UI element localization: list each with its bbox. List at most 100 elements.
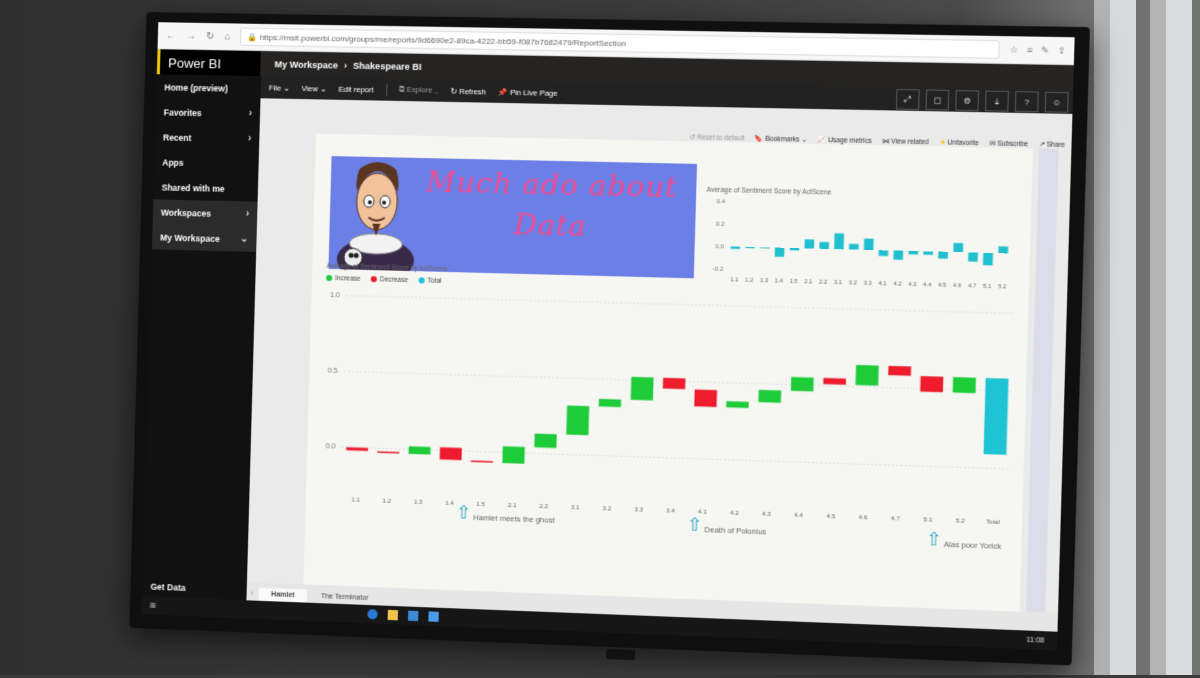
nav-item-label: My Workspace (160, 232, 220, 244)
waterfall-x-tick: 1.3 (414, 500, 423, 506)
star-icon[interactable]: ☆ (1010, 44, 1019, 56)
waterfall-bar[interactable] (630, 376, 654, 401)
small-bar-chart[interactable]: 0.4 0.2 0.0 -0.2 1.1 1.2 1.3 1.4 1.5 2.1 2.2 3.1 3.2… (702, 197, 1021, 293)
nav-item-label: Favorites (163, 106, 202, 118)
pen-icon[interactable]: ✎ (1041, 44, 1049, 56)
nav-item-my-workspace[interactable]: My Workspace ⌄ (151, 224, 257, 252)
chevron-right-icon[interactable]: › (248, 133, 252, 144)
nav-item-shared-with-me[interactable]: Shared with me (153, 174, 258, 201)
waterfall-x-tick: 3.2 (603, 506, 612, 512)
view-menu[interactable]: View ⌄ (301, 83, 326, 93)
nav-item-label: Shared with me (161, 181, 225, 194)
explore-menu[interactable]: ⧉ Explore ⌄ (399, 85, 439, 96)
breadcrumb-workspace[interactable]: My Workspace (274, 59, 338, 70)
small-chart-x-tick: 5.1 (983, 284, 991, 290)
annotation-yorick: ⇧ Alas poor Yorick (925, 528, 1002, 551)
waterfall-bar[interactable] (470, 460, 493, 463)
waterfall-bar[interactable] (983, 378, 1009, 455)
small-chart-bar[interactable] (893, 250, 904, 260)
waterfall-chart[interactable]: 1.00.50.01.1 1.2 1.3 1.4 1.5 2.1 2.2 3.1 3.2 3.3 3… (314, 285, 1022, 531)
waterfall-bar[interactable] (566, 405, 590, 436)
share-icon[interactable]: ⇪ (1057, 45, 1065, 57)
waterfall-bar[interactable] (823, 377, 847, 385)
legend-increase[interactable]: Increase (326, 275, 361, 283)
small-chart-bar[interactable] (819, 241, 829, 249)
waterfall-bar[interactable] (346, 447, 369, 451)
waterfall-bar[interactable] (439, 447, 462, 461)
small-chart-x-tick: 1.4 (775, 278, 783, 284)
refresh-button[interactable]: ↻ Refresh (450, 86, 486, 96)
waterfall-bar[interactable] (598, 398, 622, 408)
small-chart-bar[interactable] (730, 246, 741, 250)
nav-item-workspaces[interactable]: Workspaces › (152, 199, 258, 227)
back-icon[interactable]: ← (166, 30, 176, 41)
waterfall-bar[interactable] (408, 446, 431, 455)
small-chart-bar[interactable] (789, 247, 800, 251)
legend-total[interactable]: Total (418, 277, 442, 285)
waterfall-bar[interactable] (502, 446, 525, 464)
comment-icon[interactable]: ▢ (925, 89, 950, 111)
waterfall-x-tick: 5.1 (923, 517, 933, 524)
nav-item-apps[interactable]: Apps (154, 149, 259, 176)
small-chart-bar[interactable] (774, 247, 785, 257)
taskbar-apps (367, 609, 439, 622)
chevron-right-icon[interactable]: › (248, 108, 252, 119)
small-chart-bar[interactable] (923, 251, 934, 255)
small-chart-bar[interactable] (878, 250, 889, 257)
mail-icon[interactable] (428, 611, 439, 622)
waterfall-bar[interactable] (534, 433, 557, 449)
smiley-icon[interactable]: ☺ (1044, 91, 1069, 113)
small-chart-bar[interactable] (953, 242, 964, 253)
small-chart-bar[interactable] (745, 246, 755, 249)
tab-nav-left-icon[interactable]: ‹ (246, 587, 257, 600)
small-chart-bar[interactable] (908, 250, 919, 255)
brand-logo[interactable]: Power BI (156, 49, 261, 78)
chevron-right-icon[interactable]: › (246, 209, 250, 220)
breadcrumb-report[interactable]: Shakespeare BI (353, 61, 421, 72)
collections-icon[interactable]: ≡ (1027, 44, 1033, 55)
small-chart-bar[interactable] (982, 252, 993, 266)
screen: ← → ↻ ⌂ 🔒 https://msit.powerbi.com/group… (141, 22, 1075, 651)
waterfall-bar[interactable] (888, 365, 912, 376)
banner-title-line2: Data (513, 207, 588, 243)
edit-report-button[interactable]: Edit report (338, 84, 373, 94)
pin-live-page-button[interactable]: 📌 Pin Live Page (498, 87, 558, 97)
small-chart-bar[interactable] (760, 247, 770, 249)
windows-start-icon[interactable]: ⊞ (150, 602, 156, 610)
chevron-down-icon[interactable]: ⌄ (240, 233, 249, 244)
small-chart-bar[interactable] (938, 251, 948, 259)
waterfall-bar[interactable] (694, 389, 718, 408)
small-chart-x-tick: 4.5 (938, 283, 946, 289)
edge-icon[interactable] (367, 609, 378, 620)
small-chart-bar[interactable] (968, 252, 978, 262)
waterfall-bar[interactable] (726, 401, 749, 409)
settings-icon[interactable]: ⚙ (955, 90, 980, 112)
store-icon[interactable] (407, 610, 419, 622)
waterfall-bar[interactable] (855, 364, 879, 386)
home-icon[interactable]: ⌂ (224, 31, 230, 42)
help-icon[interactable]: ? (1014, 91, 1039, 113)
explorer-icon[interactable] (387, 609, 398, 621)
small-chart-bar[interactable] (863, 238, 874, 251)
waterfall-bar[interactable] (790, 376, 814, 392)
nav-item-home-preview[interactable]: Home (preview) (156, 74, 261, 101)
small-chart-bar[interactable] (804, 239, 815, 249)
small-chart-bar[interactable] (834, 233, 845, 250)
legend-decrease[interactable]: Decrease (370, 276, 408, 284)
breadcrumb-separator-icon: › (343, 60, 348, 71)
small-chart-bar[interactable] (848, 243, 859, 250)
waterfall-bar[interactable] (377, 451, 400, 454)
nav-item-favorites[interactable]: Favorites › (155, 99, 260, 126)
expand-icon[interactable]: ⤢ (895, 88, 920, 110)
small-chart-bar[interactable] (998, 246, 1009, 254)
nav-item-recent[interactable]: Recent › (155, 124, 260, 151)
waterfall-bar[interactable] (952, 377, 976, 394)
waterfall-bar[interactable] (662, 377, 686, 390)
waterfall-bar[interactable] (758, 389, 782, 403)
small-chart-title: Average of Sentiment Score by ActScene (706, 186, 832, 197)
file-menu[interactable]: File ⌄ (269, 83, 290, 92)
download-icon[interactable]: ⤓ (984, 90, 1009, 112)
forward-icon[interactable]: → (186, 30, 196, 41)
refresh-icon[interactable]: ↻ (206, 31, 215, 42)
waterfall-bar[interactable] (920, 376, 944, 393)
